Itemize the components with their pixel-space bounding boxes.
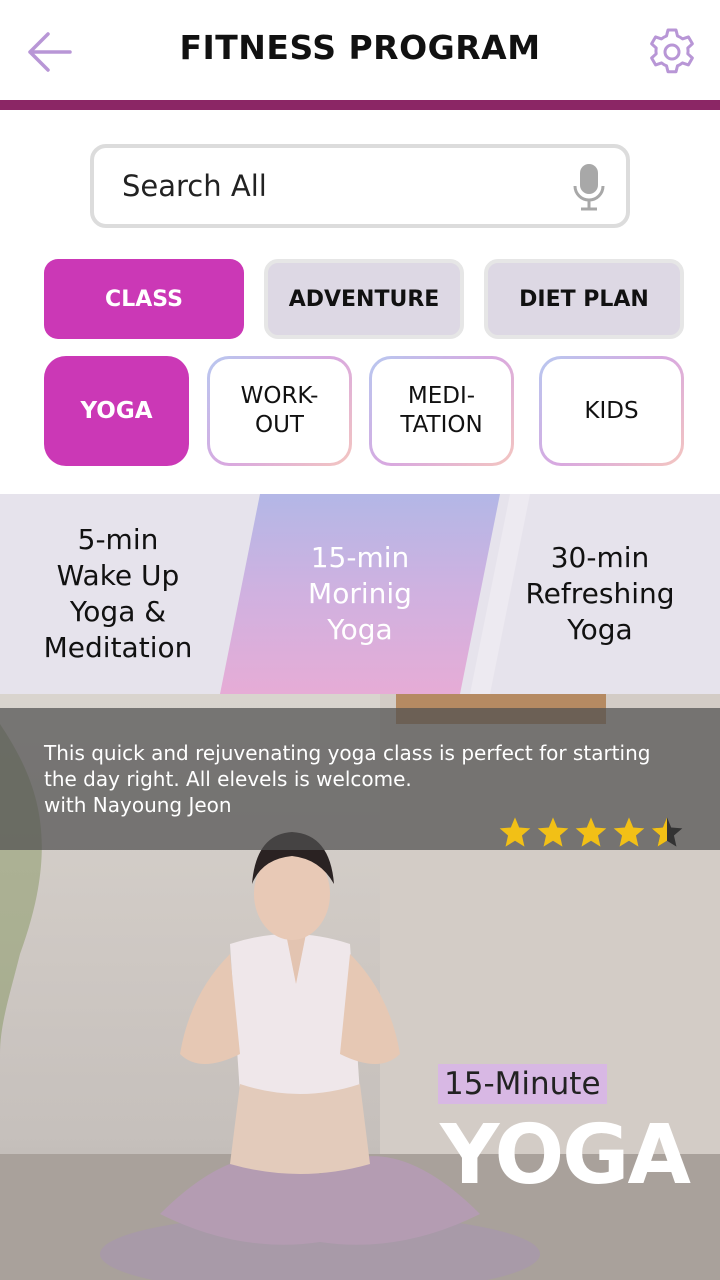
settings-button[interactable]: [644, 24, 700, 80]
session-selector: 5-min Wake Up Yoga & Meditation 15-min M…: [0, 494, 720, 694]
category-adventure-button[interactable]: ADVENTURE: [264, 259, 464, 339]
search-box[interactable]: [90, 144, 630, 228]
gear-icon: [650, 28, 694, 74]
rating-stars: [498, 816, 684, 848]
session-item-30min[interactable]: 30-min Refreshing Yoga: [480, 494, 720, 694]
star-icon: [613, 817, 645, 847]
header-divider: [0, 100, 720, 110]
class-description: This quick and rejuvenating yoga class i…: [44, 741, 651, 817]
session-item-15min[interactable]: 15-min Morinig Yoga: [240, 494, 480, 694]
category-label: CLASS: [105, 286, 183, 312]
app-header: FITNESS PROGRAM: [0, 0, 720, 100]
half-star-icon: [651, 817, 683, 847]
subcategory-workout-button[interactable]: WORK- OUT: [207, 356, 352, 466]
star-icon: [499, 817, 531, 847]
subcategory-meditation-button[interactable]: MEDI- TATION: [369, 356, 514, 466]
session-item-5min[interactable]: 5-min Wake Up Yoga & Meditation: [0, 494, 236, 694]
subcategory-label: WORK- OUT: [210, 359, 349, 463]
class-preview[interactable]: This quick and rejuvenating yoga class i…: [0, 694, 720, 1280]
category-label: ADVENTURE: [288, 286, 440, 312]
subcategory-yoga-button[interactable]: YOGA: [44, 356, 189, 466]
star-icon: [537, 817, 569, 847]
subcategory-label: KIDS: [542, 359, 681, 463]
class-info-panel: This quick and rejuvenating yoga class i…: [0, 708, 720, 850]
page-title: FITNESS PROGRAM: [179, 28, 541, 67]
subcategory-label: YOGA: [80, 397, 153, 424]
category-class-button[interactable]: CLASS: [44, 259, 244, 339]
subcategory-kids-button[interactable]: KIDS: [539, 356, 684, 466]
star-icon: [575, 817, 607, 847]
subcategory-label: MEDI- TATION: [372, 359, 511, 463]
class-title: YOGA: [440, 1108, 691, 1203]
search-input[interactable]: [122, 162, 552, 210]
microphone-icon[interactable]: [572, 162, 606, 212]
duration-badge: 15-Minute: [438, 1064, 607, 1104]
category-diet-plan-button[interactable]: DIET PLAN: [484, 259, 684, 339]
category-label: DIET PLAN: [519, 286, 649, 312]
